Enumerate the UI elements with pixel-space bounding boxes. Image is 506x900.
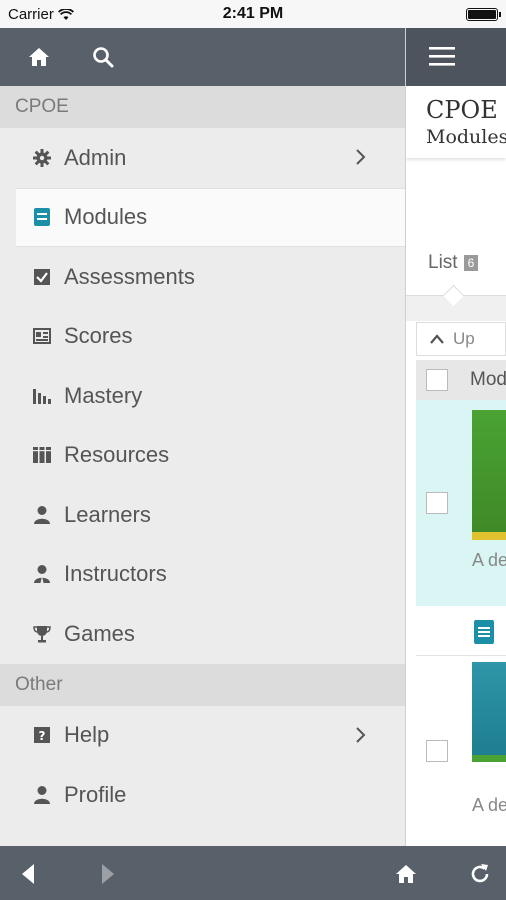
home-icon[interactable]: [24, 42, 54, 72]
person-icon: [32, 785, 52, 805]
tab-list[interactable]: List 6: [428, 252, 479, 274]
nav-item-instructors[interactable]: Instructors: [0, 545, 405, 605]
main-content: CPOE Modules List 6 Up Mod A de A de: [405, 28, 506, 846]
tab-count-badge: 6: [463, 255, 479, 271]
table-header: Mod: [416, 360, 506, 400]
forward-arrow-icon[interactable]: [94, 860, 122, 888]
nav-item-admin[interactable]: Admin: [0, 128, 405, 188]
nav-item-mastery[interactable]: Mastery: [0, 366, 405, 426]
nav-item-label: Assessments: [64, 263, 195, 289]
refresh-icon[interactable]: [466, 860, 494, 888]
page-title-area: CPOE Modules: [406, 86, 506, 158]
up-button[interactable]: Up: [416, 322, 506, 356]
instructor-icon: [32, 564, 52, 584]
row-checkbox[interactable]: [426, 740, 448, 762]
nav-item-modules[interactable]: Modules: [16, 187, 416, 247]
nav-item-assessments[interactable]: Assessments: [0, 247, 405, 307]
tab-divider: [406, 295, 506, 321]
list-item-document[interactable]: [416, 606, 506, 656]
section-header-cpoe: CPOE: [0, 86, 405, 128]
checkbox-icon: [32, 267, 52, 287]
page-subtitle: Modules: [426, 126, 506, 148]
nav-item-label: Mastery: [64, 382, 143, 408]
nav-item-scores[interactable]: Scores: [0, 307, 405, 367]
chevron-right-icon: [356, 726, 366, 743]
row-description: A de: [472, 550, 506, 570]
search-icon[interactable]: [88, 42, 118, 72]
chevron-right-icon: [356, 149, 366, 165]
nav-item-learners[interactable]: Learners: [0, 485, 405, 545]
select-all-checkbox[interactable]: [426, 369, 448, 391]
nav-drawer: CPOE Admin Modules Assessments Scores Ma: [0, 28, 416, 846]
nav-item-games[interactable]: Games: [0, 604, 405, 664]
nav-item-label: Learners: [64, 501, 151, 527]
nav-item-label: Scores: [64, 323, 133, 349]
content-header: [406, 28, 506, 86]
books-icon: [32, 445, 52, 465]
bottom-toolbar: [0, 846, 506, 900]
gear-icon: [32, 148, 52, 168]
module-thumbnail: [472, 662, 506, 762]
nav-item-help[interactable]: ? Help: [0, 706, 405, 766]
bar-chart-icon: [32, 386, 52, 406]
section-header-other: Other: [0, 663, 405, 706]
up-label: Up: [453, 329, 475, 348]
module-thumbnail: [472, 410, 506, 540]
nav-item-label: Instructors: [64, 561, 167, 587]
hamburger-menu-icon[interactable]: [428, 44, 456, 68]
drawer-header: [0, 28, 405, 86]
row-description: A de: [472, 795, 506, 815]
nav-item-label: Resources: [64, 442, 170, 468]
column-header-module: Mod: [470, 369, 506, 390]
nav-item-profile[interactable]: Profile: [0, 765, 405, 825]
nav-item-label: Help: [64, 722, 110, 748]
status-bar: Carrier 2:41 PM: [0, 0, 506, 28]
chevron-up-icon: [430, 334, 444, 344]
home-icon[interactable]: [392, 860, 420, 888]
svg-text:?: ?: [39, 729, 46, 743]
status-time: 2:41 PM: [222, 5, 284, 22]
help-icon: ?: [32, 725, 52, 745]
battery-icon: [466, 8, 501, 21]
nav-item-label: Admin: [64, 144, 127, 170]
nav-item-resources[interactable]: Resources: [0, 426, 405, 486]
modules-icon: [32, 207, 52, 227]
page-title: CPOE: [426, 96, 498, 124]
back-arrow-icon[interactable]: [14, 860, 42, 888]
list-item[interactable]: A de: [416, 400, 506, 606]
row-checkbox[interactable]: [426, 492, 448, 514]
trophy-icon: [32, 624, 52, 644]
person-icon: [32, 505, 52, 525]
tab-list-label: List: [428, 252, 458, 273]
nav-item-label: Profile: [64, 781, 127, 807]
list-item[interactable]: A de: [416, 658, 506, 846]
nav-item-label: Games: [64, 620, 135, 646]
document-icon: [474, 620, 494, 644]
nav-item-label: Modules: [64, 204, 148, 230]
scores-icon: [32, 326, 52, 346]
